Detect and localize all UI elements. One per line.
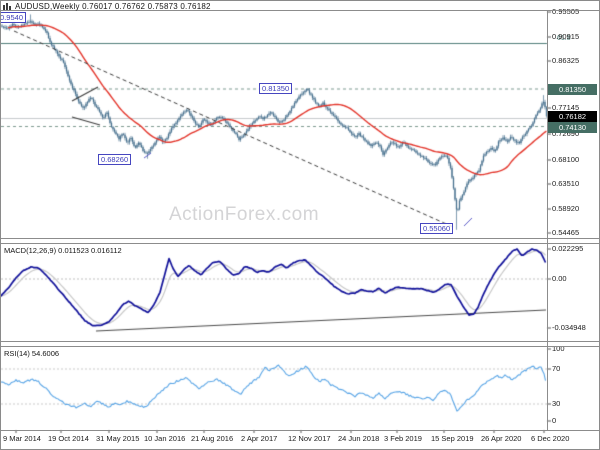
chart-price-label[interactable]: 0.68260	[98, 154, 132, 165]
chart-canvas[interactable]	[1, 1, 599, 449]
price-flag: 0.81350	[548, 83, 597, 95]
clipped-price-label: 0.9540	[1, 12, 26, 23]
mt4-chart-window: AUDUSD,Weekly 0.76017 0.76762 0.75873 0.…	[0, 0, 600, 450]
rsi-panel-bottom-border	[1, 430, 599, 431]
price-flag: 0.76182	[548, 110, 597, 122]
chart-title-bar: AUDUSD,Weekly 0.76017 0.76762 0.75873 0.…	[3, 1, 211, 11]
rsi-panel-title: RSI(14) 54.6006	[4, 349, 60, 358]
chart-price-label[interactable]: 0.55060	[420, 223, 454, 234]
chart-price-label[interactable]: 0.81350	[259, 83, 293, 94]
macd-panel-title: MACD(12,26,9) 0.011523 0.016112	[4, 246, 122, 255]
symbol-ohlc-title: AUDUSD,Weekly 0.76017 0.76762 0.75873 0.…	[15, 1, 211, 11]
price-flag: 0.74130	[548, 121, 597, 133]
main-panel-bottom-border[interactable]	[1, 238, 599, 239]
macd-panel-top-border[interactable]	[1, 243, 599, 244]
macd-panel-bottom-border[interactable]	[1, 341, 599, 342]
rsi-panel-top-border[interactable]	[1, 346, 599, 347]
price-axis-border	[547, 10, 548, 430]
chart-icon	[3, 3, 11, 10]
